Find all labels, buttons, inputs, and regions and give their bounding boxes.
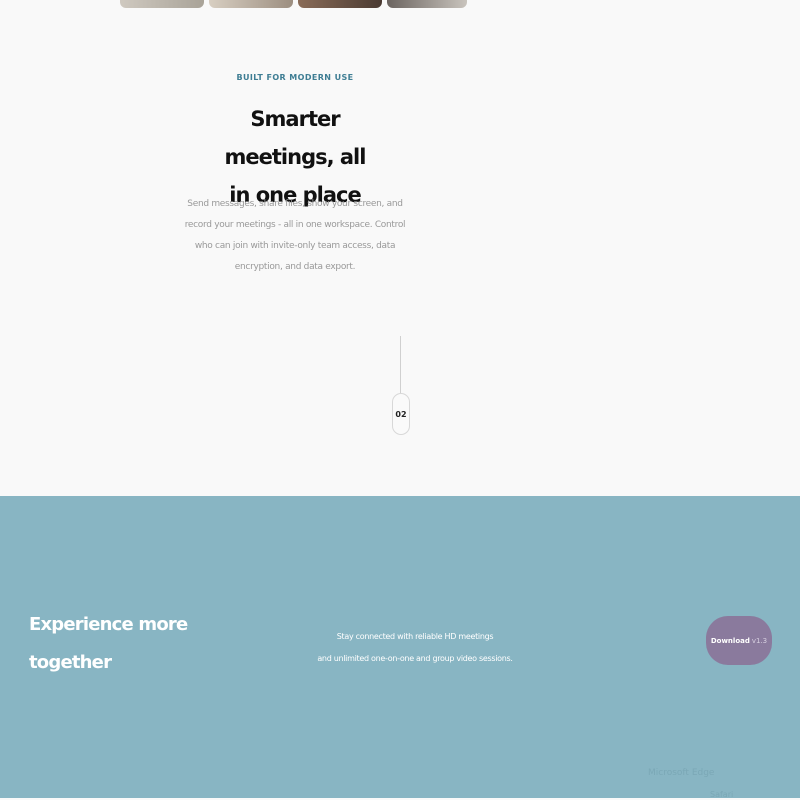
feature-eyebrow: BUILT FOR MODERN USE <box>236 73 354 82</box>
photo-thumbnail <box>298 0 382 8</box>
cta-description-line: and unlimited one-on-one and group video… <box>317 654 513 663</box>
browser-support-line: Microsoft Edge <box>648 768 715 778</box>
browser-support-text: Microsoft Edge Safari <box>648 768 768 799</box>
browser-support-line: Safari <box>710 790 734 799</box>
download-version: v1.3 <box>751 636 768 645</box>
step-connector-line <box>400 336 401 394</box>
photo-strip <box>120 0 467 8</box>
download-label: Download <box>710 636 750 645</box>
photo-thumbnail <box>209 0 293 8</box>
photo-thumbnail <box>387 0 467 8</box>
cta-description-line: Stay connected with reliable HD meetings <box>336 632 494 641</box>
step-indicator: 02 <box>392 393 410 435</box>
feature-title-line: Smarter meetings, all <box>224 107 367 169</box>
cta-title-line: Experience more <box>29 614 188 635</box>
photo-thumbnail <box>120 0 204 8</box>
download-button[interactable]: Download v1.3 <box>706 616 772 665</box>
cta-title-line: together <box>29 652 112 673</box>
feature-description: Send messages, share files, show your sc… <box>184 199 406 272</box>
cta-title: Experience more together <box>29 606 189 682</box>
cta-banner: Experience more together Stay connected … <box>0 496 800 799</box>
cta-description: Stay connected with reliable HD meetings… <box>300 626 530 670</box>
